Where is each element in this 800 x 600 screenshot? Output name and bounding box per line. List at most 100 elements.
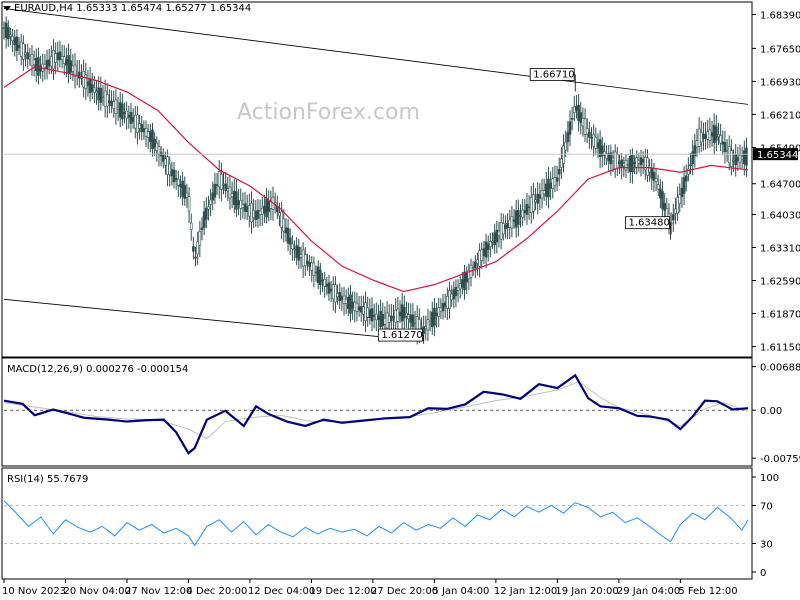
candle-body <box>381 314 385 327</box>
chevron-down-icon[interactable] <box>3 4 13 14</box>
candle-body <box>112 101 116 109</box>
candle-body <box>560 158 563 168</box>
candle-body <box>17 44 21 49</box>
candle-body <box>108 100 111 104</box>
candle-body <box>60 56 64 60</box>
candle-body <box>237 200 240 206</box>
candle-body <box>207 206 210 210</box>
candle-body <box>362 306 365 315</box>
candle-body <box>32 59 36 65</box>
candle-body <box>123 112 126 114</box>
candle-body <box>542 190 546 195</box>
candle-body <box>82 71 85 88</box>
candle-body <box>375 313 378 321</box>
candle-body <box>458 283 462 290</box>
candle-body <box>256 210 260 219</box>
candle-body <box>230 193 234 198</box>
candle-body <box>174 178 178 181</box>
candle-body <box>263 205 266 214</box>
candle-body <box>351 301 354 309</box>
candle-body <box>9 34 12 37</box>
candle-body <box>282 218 286 232</box>
candle-body <box>39 65 42 72</box>
candle-body <box>50 56 53 67</box>
candle-body <box>430 311 434 328</box>
candle-body <box>424 326 428 329</box>
candle-body <box>620 159 623 168</box>
candle-body <box>359 306 363 313</box>
candle-body <box>385 312 389 329</box>
rsi-tick-label: 100 <box>760 473 779 484</box>
candle-body <box>13 37 17 45</box>
candle-body <box>639 157 643 166</box>
candle-body <box>452 289 456 300</box>
candle-body <box>603 151 606 156</box>
candle-body <box>400 304 404 322</box>
candle-body <box>715 126 718 141</box>
candle-body <box>366 307 369 318</box>
macd-main-line <box>3 373 749 455</box>
candle-body <box>529 197 533 214</box>
candle-body <box>114 99 118 114</box>
candle-body <box>590 137 593 139</box>
candle-body <box>428 320 432 324</box>
x-tick-label: 19 Jan 20:00 <box>555 586 618 597</box>
candle-body <box>405 312 408 317</box>
candle-body <box>743 150 746 165</box>
candle-body <box>463 271 466 290</box>
x-tick-label: 27 Dec 20:00 <box>371 586 438 597</box>
candle-body <box>347 297 350 309</box>
candle-body <box>437 307 441 317</box>
candle-body <box>704 133 707 139</box>
candle-body <box>635 157 639 168</box>
candle-body <box>334 284 337 303</box>
rsi-panel: 100 70 30 0 <box>3 473 779 579</box>
candle-body <box>456 286 460 291</box>
candle-body <box>426 319 430 331</box>
price-tick-label: 1.68390 <box>760 10 800 21</box>
candle-body <box>288 237 292 245</box>
candle-body <box>299 254 303 258</box>
x-tick-label: 19 Dec 12:00 <box>309 586 376 597</box>
candle-body <box>99 88 103 103</box>
candle-body <box>78 71 81 79</box>
candle-body <box>433 307 436 326</box>
candle-body <box>551 178 555 189</box>
candle-body <box>142 128 146 133</box>
price-tick-label: 1.66930 <box>760 77 800 88</box>
price-tick-label: 1.63310 <box>760 243 800 254</box>
candle-body <box>618 161 621 164</box>
candle-body <box>435 312 438 316</box>
candle-body <box>95 91 98 94</box>
price-tick-label: 1.64700 <box>760 180 800 191</box>
candle-body <box>725 150 729 152</box>
candle-body <box>222 183 225 186</box>
candle-body <box>84 74 88 89</box>
candle-body <box>549 183 552 189</box>
candle-body <box>179 183 182 188</box>
price-panel: 1.683901.676501.669301.662101.654901.647… <box>2 8 800 354</box>
price-tick-label: 1.61150 <box>760 343 800 354</box>
candle-body <box>293 248 296 251</box>
candle-body <box>489 241 492 247</box>
rsi-tick-label: 30 <box>760 540 773 551</box>
candle-body <box>566 132 570 143</box>
candle-body <box>710 132 714 137</box>
candle-body <box>327 282 331 294</box>
candle-body <box>252 210 255 218</box>
candle-body <box>323 278 326 287</box>
candle-body <box>19 41 23 57</box>
candle-body <box>7 26 10 40</box>
candle-body <box>499 222 503 240</box>
candle-body <box>226 188 230 192</box>
candle-body <box>245 206 249 212</box>
candle-body <box>105 94 109 107</box>
candle-body <box>383 317 387 325</box>
candle-body <box>439 307 443 312</box>
candle-body <box>198 231 202 246</box>
candle-body <box>166 156 169 175</box>
candle-body <box>196 241 199 255</box>
candle-body <box>297 246 301 261</box>
candle-body <box>202 211 206 228</box>
candle-body <box>133 114 137 129</box>
